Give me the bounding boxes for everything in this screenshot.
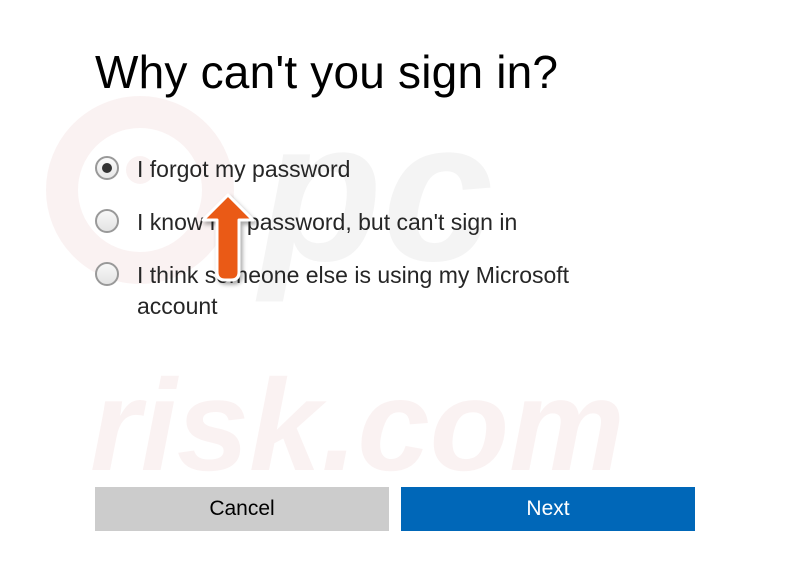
option-label: I know my password, but can't sign in: [137, 207, 517, 238]
options-group: I forgot my password I know my password,…: [95, 154, 695, 322]
radio-icon: [95, 209, 119, 233]
next-button[interactable]: Next: [401, 487, 695, 531]
page-title: Why can't you sign in?: [95, 45, 695, 99]
dialog-container: Why can't you sign in? I forgot my passw…: [0, 0, 790, 579]
option-label: I forgot my password: [137, 154, 350, 185]
button-row: Cancel Next: [95, 487, 695, 531]
option-label: I think someone else is using my Microso…: [137, 260, 637, 322]
option-know-password-cant-sign-in[interactable]: I know my password, but can't sign in: [95, 207, 695, 238]
option-someone-else-using-account[interactable]: I think someone else is using my Microso…: [95, 260, 695, 322]
option-forgot-password[interactable]: I forgot my password: [95, 154, 695, 185]
radio-icon: [95, 262, 119, 286]
radio-icon: [95, 156, 119, 180]
cancel-button[interactable]: Cancel: [95, 487, 389, 531]
